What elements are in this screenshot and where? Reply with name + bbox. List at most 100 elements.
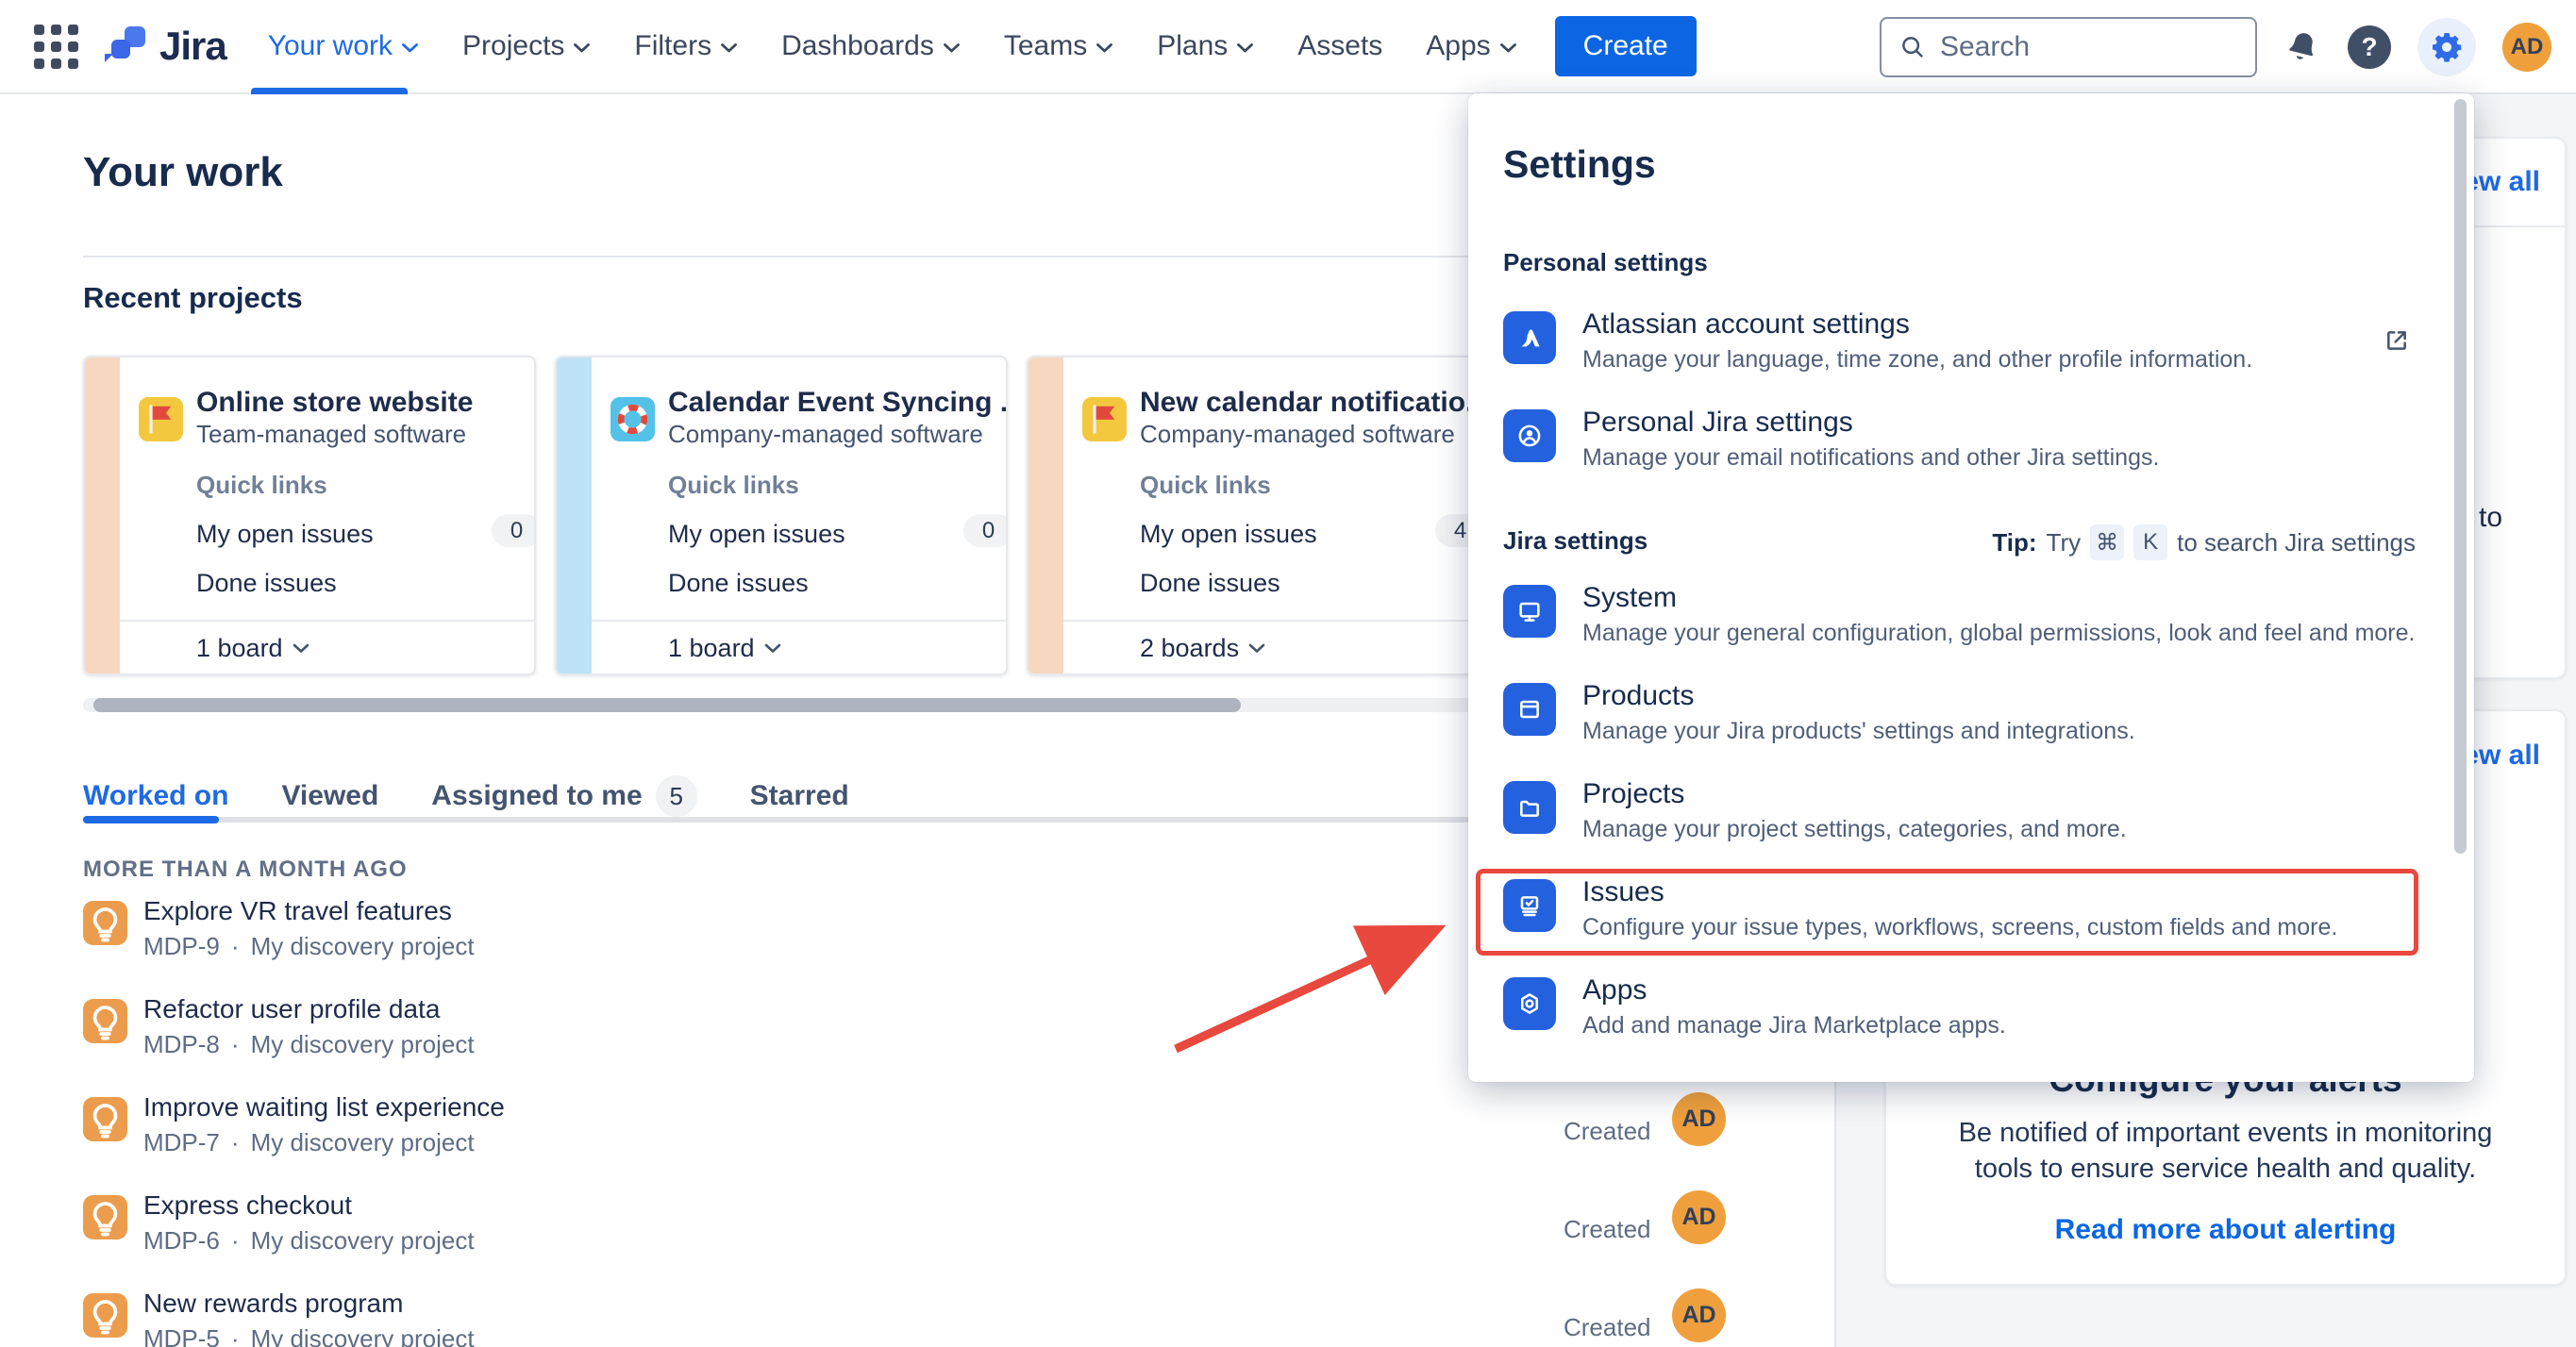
jira-logo[interactable]: Jira [105,24,226,69]
project-card-subtitle: Team-managed software [196,420,466,449]
app-switcher-icon[interactable] [34,25,78,69]
work-tabs: Worked on Viewed Assigned to me 5 Starre… [83,775,849,817]
settings-item-title[interactable]: Issues [1582,876,2337,908]
alerts-body-line2: tools to ensure service health and quali… [1886,1154,2565,1185]
settings-item-system[interactable]: System Manage your general configuration… [1503,582,2437,647]
project-card-title[interactable]: Calendar Event Syncing ... [668,387,1008,419]
chevron-down-icon [293,643,309,654]
boards-dropdown[interactable]: 2 boards [1140,634,1265,663]
alerts-read-more-link[interactable]: Read more about alerting [1886,1214,2565,1246]
settings-gear-icon[interactable] [2417,18,2476,76]
card-accent-strip [85,358,120,674]
nav-dashboards[interactable]: Dashboards [781,30,961,62]
my-open-issues-link[interactable]: My open issues [1140,520,1317,549]
chevron-down-icon [1096,42,1113,54]
page-title: Your work [83,149,283,196]
project-card-title[interactable]: New calendar notificatio... [1140,387,1480,419]
global-search[interactable] [1880,17,2257,77]
chevron-down-icon [764,643,781,654]
open-issues-count-badge: 0 [492,514,536,547]
nav-projects[interactable]: Projects [462,30,591,62]
settings-item-projects[interactable]: Projects Manage your project settings, c… [1503,778,2437,843]
create-button[interactable]: Create [1555,16,1697,76]
settings-panel-scrollbar[interactable] [2454,99,2467,854]
flag-icon [1082,397,1127,441]
work-item-title[interactable]: Express checkout [143,1190,352,1221]
settings-item-title[interactable]: Atlassian account settings [1582,308,2252,341]
avatar[interactable]: AD [1672,1190,1726,1244]
card-divider [592,620,1006,622]
project-card[interactable]: Online store website Team-managed softwa… [83,356,536,675]
tab-viewed[interactable]: Viewed [281,780,378,812]
done-issues-link[interactable]: Done issues [1140,569,1280,598]
settings-item-personal-jira[interactable]: Personal Jira settings Manage your email… [1503,407,2437,472]
alerts-body-line1: Be notified of important events in monit… [1886,1118,2565,1149]
flag-icon [139,397,183,441]
chevron-down-icon [401,42,419,54]
avatar[interactable]: AD [1672,1092,1726,1146]
help-icon[interactable]: ? [2348,25,2391,69]
nav-your-work[interactable]: Your work [268,30,419,62]
window-icon [1503,683,1556,736]
assigned-count-badge: 5 [656,775,697,817]
settings-item-apps[interactable]: Apps Add and manage Jira Marketplace app… [1503,974,2437,1039]
quick-links-label: Quick links [668,471,799,500]
issues-checklist-icon [1503,879,1556,932]
settings-item-desc: Manage your Jira products' settings and … [1582,718,2135,745]
work-item-title[interactable]: Explore VR travel features [143,896,452,926]
search-input[interactable] [1940,31,2223,63]
work-item-row[interactable]: Express checkout MDP-6·My discovery proj… [83,1190,1772,1266]
time-group-header: MORE THAN A MONTH AGO [83,856,408,883]
settings-item-issues[interactable]: Issues Configure your issue types, workf… [1503,876,2437,941]
board-dropdown[interactable]: 1 board [668,634,781,663]
settings-item-products[interactable]: Products Manage your Jira products' sett… [1503,680,2437,745]
nav-filters[interactable]: Filters [634,30,738,62]
project-card-subtitle: Company-managed software [1140,420,1455,449]
avatar[interactable]: AD [1672,1289,1726,1342]
work-item-status: Created [1564,1215,1651,1244]
work-item-row[interactable]: Improve waiting list experience MDP-7·My… [83,1092,1772,1168]
settings-item-title[interactable]: Apps [1582,974,2006,1006]
work-item-title[interactable]: Refactor user profile data [143,994,440,1024]
cards-scrollbar-thumb[interactable] [93,698,1241,712]
project-card[interactable]: Calendar Event Syncing ... Company-manag… [555,356,1008,675]
tab-assigned-to-me[interactable]: Assigned to me 5 [431,775,696,817]
work-item-title[interactable]: Improve waiting list experience [143,1092,505,1122]
done-issues-link[interactable]: Done issues [668,569,809,598]
chevron-down-icon [720,42,738,54]
nav-teams[interactable]: Teams [1004,30,1113,62]
project-card-subtitle: Company-managed software [668,420,983,449]
idea-icon [83,1195,127,1239]
chevron-down-icon [1236,42,1254,54]
chevron-down-icon [573,42,591,54]
tab-starred[interactable]: Starred [750,780,849,812]
work-item-row[interactable]: New rewards program MDP-5·My discovery p… [83,1289,1772,1347]
quick-links-label: Quick links [196,471,327,500]
nav-plans[interactable]: Plans [1157,30,1254,62]
card-divider [1063,620,1478,622]
tab-worked-on[interactable]: Worked on [83,780,228,812]
project-card-title[interactable]: Online store website [196,387,473,419]
project-card[interactable]: New calendar notificatio... Company-mana… [1027,356,1480,675]
work-item-title[interactable]: New rewards program [143,1289,403,1319]
done-issues-link[interactable]: Done issues [196,569,337,598]
settings-item-title[interactable]: System [1582,582,2415,614]
work-item-subtitle: MDP-9·My discovery project [143,932,475,961]
external-link-icon[interactable] [2382,325,2412,360]
user-avatar[interactable]: AD [2502,23,2551,72]
settings-item-desc: Manage your general configuration, globa… [1582,620,2415,647]
chevron-down-icon [1499,42,1517,54]
settings-item-title[interactable]: Products [1582,680,2135,712]
settings-item-atlassian-account[interactable]: Atlassian account settings Manage your l… [1503,308,2437,374]
nav-apps[interactable]: Apps [1426,30,1516,62]
card-text-fragment: to [2479,502,2502,534]
notifications-bell-icon[interactable] [2283,27,2321,67]
settings-item-title[interactable]: Personal Jira settings [1582,407,2159,439]
nav-assets[interactable]: Assets [1297,30,1382,62]
my-open-issues-link[interactable]: My open issues [668,520,845,549]
my-open-issues-link[interactable]: My open issues [196,520,374,549]
k-keycap: K [2133,524,2167,560]
settings-item-title[interactable]: Projects [1582,778,2127,810]
board-dropdown[interactable]: 1 board [196,634,309,663]
atlassian-logo-icon [1503,311,1556,364]
